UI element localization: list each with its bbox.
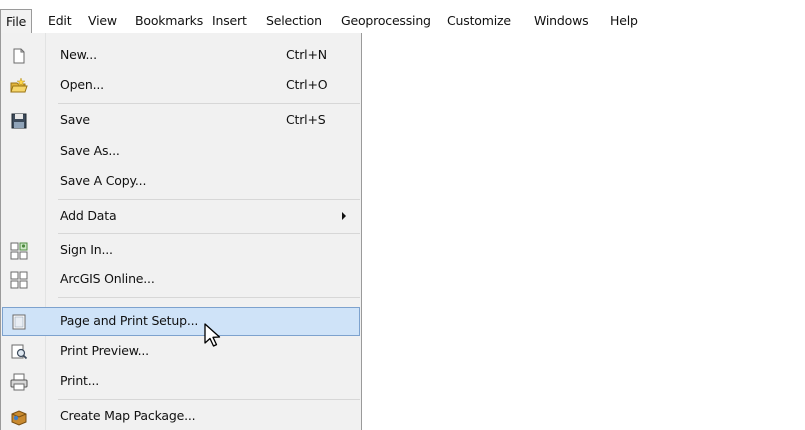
- menu-file[interactable]: File: [0, 9, 33, 34]
- menu-item-label: Save As...: [60, 143, 120, 158]
- menu-item-print-preview[interactable]: Print Preview...: [2, 337, 360, 366]
- submenu-arrow-icon: [342, 212, 346, 220]
- menu-item-label: New...: [60, 47, 97, 62]
- menu-item-label: Print Preview...: [60, 343, 149, 358]
- arcgis-online-icon: [10, 271, 28, 289]
- print-preview-icon: [11, 344, 28, 360]
- menu-item-shortcut: Ctrl+S: [286, 112, 326, 127]
- file-menu-dropdown: New... Ctrl+N Open... Ctrl+O Save Ctrl+S…: [0, 33, 362, 430]
- menu-separator: [58, 297, 360, 298]
- menu-item-label: Print...: [60, 373, 100, 388]
- menu-item-create-map-package[interactable]: Create Map Package...: [2, 402, 360, 430]
- menu-item-label: Page and Print Setup...: [60, 313, 199, 328]
- map-package-icon: [11, 410, 27, 426]
- menu-item-label: Save A Copy...: [60, 173, 147, 188]
- menu-help[interactable]: Help: [603, 9, 645, 34]
- menu-item-open[interactable]: Open... Ctrl+O: [2, 71, 360, 100]
- menu-item-save-as[interactable]: Save As...: [2, 137, 360, 166]
- menu-separator: [58, 199, 360, 200]
- menu-separator: [58, 233, 360, 234]
- menu-view[interactable]: View: [81, 9, 124, 34]
- menu-item-shortcut: Ctrl+O: [286, 77, 328, 92]
- menu-item-shortcut: Ctrl+N: [286, 47, 327, 62]
- menu-item-label: Add Data: [60, 208, 117, 223]
- menu-item-print[interactable]: Print...: [2, 367, 360, 396]
- new-document-icon: [13, 48, 25, 64]
- menu-customize[interactable]: Customize: [440, 9, 518, 34]
- menu-item-sign-in[interactable]: Sign In...: [2, 236, 360, 265]
- menu-item-label: Open...: [60, 77, 104, 92]
- menu-item-page-and-print-setup[interactable]: Page and Print Setup...: [2, 307, 360, 336]
- menu-separator: [58, 399, 360, 400]
- open-folder-icon: [10, 77, 28, 93]
- menu-windows[interactable]: Windows: [527, 9, 595, 34]
- menu-bookmarks[interactable]: Bookmarks: [128, 9, 210, 34]
- menu-item-label: Sign In...: [60, 242, 113, 257]
- menu-item-save-a-copy[interactable]: Save A Copy...: [2, 167, 360, 196]
- sign-in-icon: [10, 242, 28, 260]
- menu-geoprocessing[interactable]: Geoprocessing: [334, 9, 438, 34]
- menu-item-new[interactable]: New... Ctrl+N: [2, 41, 360, 70]
- menu-item-label: Save: [60, 112, 90, 127]
- menu-item-label: ArcGIS Online...: [60, 271, 155, 286]
- menu-item-label: Create Map Package...: [60, 408, 196, 423]
- save-disk-icon: [11, 113, 27, 129]
- menu-item-save[interactable]: Save Ctrl+S: [2, 106, 360, 135]
- menu-item-arcgis-online[interactable]: ArcGIS Online...: [2, 265, 360, 294]
- menu-insert[interactable]: Insert: [205, 9, 254, 34]
- menu-item-add-data[interactable]: Add Data: [2, 202, 360, 231]
- page-setup-icon: [12, 314, 26, 330]
- mouse-pointer-icon: [204, 323, 221, 347]
- menu-selection[interactable]: Selection: [259, 9, 329, 34]
- menu-edit[interactable]: Edit: [41, 9, 78, 34]
- menu-separator: [58, 103, 360, 104]
- printer-icon: [10, 373, 28, 391]
